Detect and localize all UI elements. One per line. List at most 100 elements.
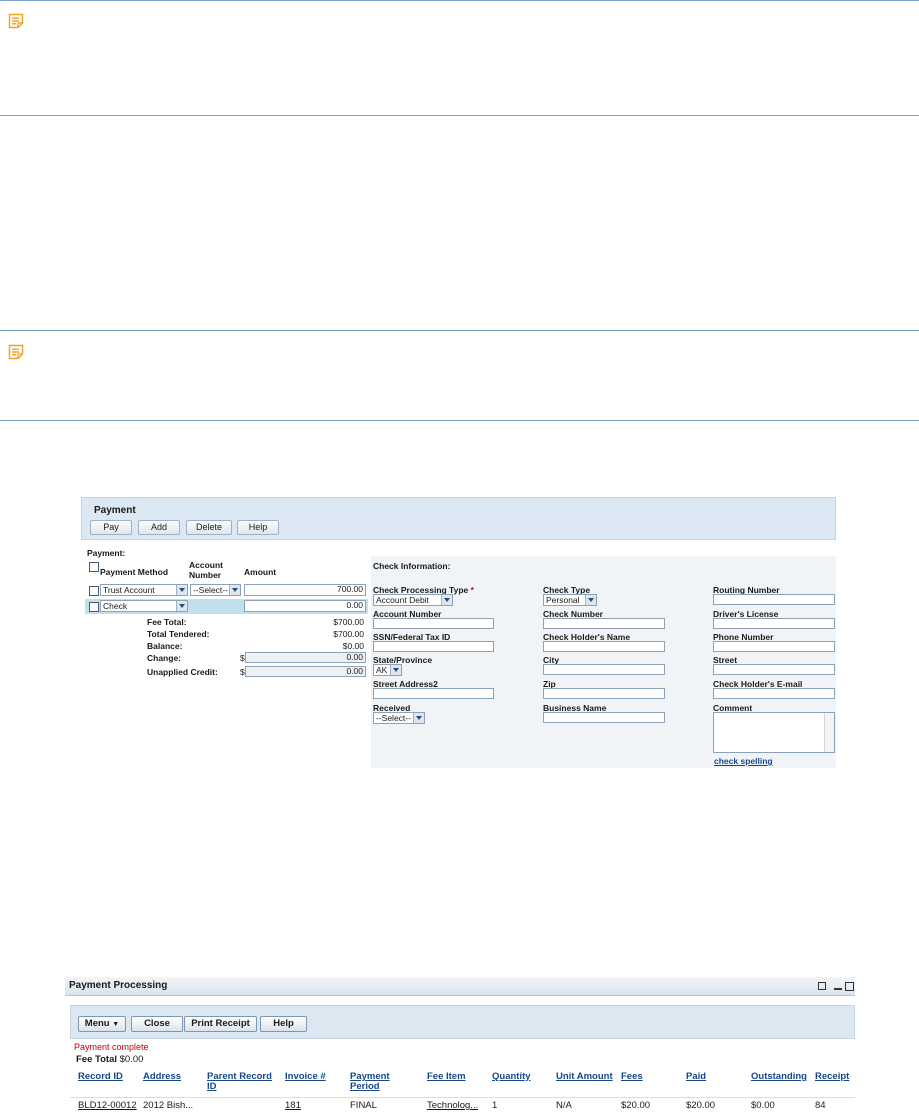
row-checkbox[interactable]: [89, 602, 99, 612]
unapplied-credit-label: Unapplied Credit:: [147, 667, 218, 677]
total-tendered-label: Total Tendered:: [147, 629, 210, 639]
payment-processing-panel: Payment Processing Menu ▼ Close Print Re…: [65, 977, 855, 1118]
processing-titlebar: Payment Processing: [65, 977, 855, 996]
total-tendered-value: $700.00: [333, 629, 364, 639]
balance-label: Balance:: [147, 641, 183, 651]
help-button[interactable]: Help: [260, 1016, 307, 1032]
drivers-license-input[interactable]: [713, 618, 835, 629]
comment-textarea[interactable]: [713, 712, 835, 753]
status-message: Payment complete: [74, 1042, 149, 1052]
col-outstanding[interactable]: Outstanding: [751, 1072, 807, 1082]
record-id-link[interactable]: BLD12-00012: [78, 1100, 137, 1111]
select-all-checkbox[interactable]: [89, 562, 99, 572]
check-info-panel: Check Information: Check Processing Type…: [371, 556, 836, 768]
fee-total-value: $700.00: [333, 617, 364, 627]
chevron-down-icon: ▼: [112, 1021, 120, 1028]
col-parent-record-id[interactable]: Parent Record ID: [207, 1072, 277, 1092]
chevron-down-icon: [176, 601, 187, 611]
routing-number-input[interactable]: [713, 594, 835, 605]
check-type-select[interactable]: Personal: [543, 594, 597, 606]
delete-button[interactable]: Delete: [186, 520, 232, 535]
account-number-input[interactable]: [373, 618, 494, 629]
account-number-select[interactable]: --Select--: [190, 584, 241, 596]
processing-toolbar: Menu ▼ Close Print Receipt Help: [70, 1005, 855, 1039]
chevron-down-icon: [441, 595, 452, 605]
change-input: 0.00: [245, 652, 366, 663]
received-select[interactable]: --Select--: [373, 712, 425, 724]
check-info-heading: Check Information:: [373, 561, 451, 571]
col-invoice[interactable]: Invoice #: [285, 1072, 326, 1082]
add-button[interactable]: Add: [138, 520, 180, 535]
quantity-cell: 1: [492, 1100, 498, 1111]
period-cell: FINAL: [350, 1100, 377, 1111]
check-spelling-link[interactable]: check spelling: [714, 756, 773, 766]
balance-value: $0.00: [342, 641, 364, 651]
chevron-down-icon: [585, 595, 596, 605]
receipt-cell: 84: [815, 1100, 826, 1111]
pay-button[interactable]: Pay: [90, 520, 132, 535]
col-unit-amount[interactable]: Unit Amount: [556, 1072, 613, 1082]
processing-title: Payment Processing: [69, 980, 168, 991]
help-button[interactable]: Help: [237, 520, 279, 535]
payment-method-select[interactable]: Check: [100, 600, 188, 612]
street-input[interactable]: [713, 664, 835, 675]
col-address[interactable]: Address: [143, 1072, 181, 1082]
check-processing-type-select[interactable]: Account Debit: [373, 594, 453, 606]
row-checkbox[interactable]: [89, 586, 99, 596]
fee-total-value: $0.00: [119, 1054, 144, 1065]
fee-total-label: Fee Total:: [147, 617, 187, 627]
invoice-link[interactable]: 181: [285, 1100, 301, 1111]
col-fee-item[interactable]: Fee Item: [427, 1072, 466, 1082]
fee-total-row: Fee Total $0.00: [76, 1054, 143, 1065]
payment-section-label: Payment:: [87, 548, 126, 558]
outstanding-cell: $0.00: [751, 1100, 775, 1111]
chevron-down-icon: [390, 665, 401, 675]
note-callout-2: [0, 330, 919, 421]
city-input[interactable]: [543, 664, 665, 675]
payment-panel: Payment Pay Add Delete Help Payment: Pay…: [81, 497, 836, 769]
street-address2-input[interactable]: [373, 688, 494, 699]
col-payment-period[interactable]: Payment Period: [350, 1072, 395, 1092]
unapplied-credit-input: 0.00: [245, 666, 366, 677]
close-button[interactable]: Close: [131, 1016, 183, 1032]
col-quantity[interactable]: Quantity: [492, 1072, 531, 1082]
business-name-input[interactable]: [543, 712, 665, 723]
col-account-number: Account Number: [189, 560, 223, 580]
textarea-scrollbar[interactable]: [824, 713, 834, 752]
fee-item-link[interactable]: Technolog...: [427, 1100, 478, 1111]
chevron-down-icon: [413, 713, 424, 723]
state-select[interactable]: AK: [373, 664, 402, 676]
print-receipt-button[interactable]: Print Receipt: [184, 1016, 257, 1032]
popout-icon[interactable]: [818, 982, 826, 990]
unit-amount-cell: N/A: [556, 1100, 572, 1111]
ssn-input[interactable]: [373, 641, 494, 652]
note-callout-1: [0, 0, 919, 116]
menu-button[interactable]: Menu ▼: [78, 1016, 126, 1032]
note-icon: [8, 13, 24, 29]
zip-input[interactable]: [543, 688, 665, 699]
fees-cell: $20.00: [621, 1100, 651, 1111]
col-paid[interactable]: Paid: [686, 1072, 706, 1082]
chevron-down-icon: [176, 585, 187, 595]
phone-number-input[interactable]: [713, 641, 835, 652]
maximize-icon[interactable]: [845, 982, 854, 991]
col-amount: Amount: [244, 567, 277, 577]
holder-name-input[interactable]: [543, 641, 665, 652]
col-fees[interactable]: Fees: [621, 1072, 643, 1082]
paid-cell: $20.00: [686, 1100, 716, 1111]
col-receipt[interactable]: Receipt: [815, 1072, 849, 1082]
amount-input[interactable]: 0.00: [244, 600, 366, 612]
email-input[interactable]: [713, 688, 835, 699]
col-record-id[interactable]: Record ID: [78, 1072, 123, 1082]
amount-input[interactable]: 700.00: [244, 584, 366, 596]
payment-title: Payment: [94, 505, 136, 516]
address-cell: 2012 Bish...: [143, 1100, 194, 1111]
check-number-input[interactable]: [543, 618, 665, 629]
payment-method-select[interactable]: Trust Account: [100, 584, 188, 596]
change-label: Change:: [147, 653, 181, 663]
note-icon: [8, 344, 24, 360]
fee-total-label: Fee Total: [76, 1054, 117, 1065]
minimize-icon[interactable]: [834, 988, 842, 990]
payment-header: Payment Pay Add Delete Help: [81, 497, 836, 540]
chevron-down-icon: [229, 585, 240, 595]
